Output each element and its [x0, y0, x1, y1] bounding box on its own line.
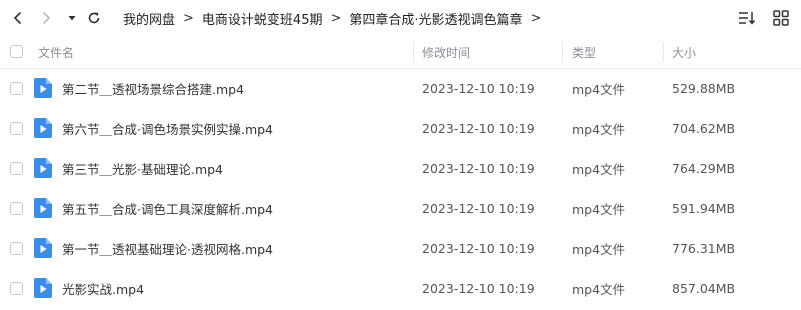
file-name: 第二节＿透视场景综合搭建.mp4 [62, 81, 245, 97]
row-checkbox[interactable] [10, 122, 23, 135]
toolbar: 我的网盘 > 电商设计蜕变班45期 > 第四章合成·光影透视调色篇章 > [0, 0, 801, 36]
file-name: 第六节＿合成·调色场景实例实操.mp4 [62, 121, 274, 137]
column-divider[interactable] [413, 42, 414, 62]
chevron-left-icon [13, 11, 22, 25]
file-type: mp4文件 [572, 161, 626, 177]
file-name: 第五节＿合成·调色工具深度解析.mp4 [62, 201, 274, 217]
file-modified: 2023-12-10 10:19 [422, 200, 535, 216]
select-all-checkbox[interactable] [10, 45, 23, 58]
file-modified: 2023-12-10 10:19 [422, 80, 535, 96]
breadcrumb-separator-icon: > [530, 10, 542, 26]
file-type: mp4文件 [572, 121, 626, 137]
column-divider[interactable] [562, 42, 563, 62]
video-file-icon [34, 158, 52, 178]
file-size: 857.04MB [672, 280, 736, 296]
sort-icon [739, 12, 756, 25]
file-size: 591.94MB [672, 200, 736, 216]
file-row[interactable]: 第五节＿合成·调色工具深度解析.mp4 2023-12-10 10:19 mp4… [0, 188, 801, 228]
column-divider[interactable] [663, 42, 664, 62]
video-file-icon [34, 198, 52, 218]
file-name: 光影实战.mp4 [62, 281, 145, 297]
file-row[interactable]: 第三节＿光影·基础理论.mp4 2023-12-10 10:19 mp4文件 7… [0, 148, 801, 188]
file-modified: 2023-12-10 10:19 [422, 280, 535, 296]
history-dropdown-button[interactable] [60, 6, 84, 30]
file-type: mp4文件 [572, 201, 626, 217]
refresh-icon [88, 12, 100, 24]
back-button[interactable] [6, 6, 30, 30]
file-size: 529.88MB [672, 80, 736, 96]
video-file-icon [34, 118, 52, 138]
breadcrumb-separator-icon: > [183, 10, 194, 26]
breadcrumb-item-chapter[interactable]: 第四章合成·光影透视调色篇章 [349, 9, 522, 28]
view-tools [735, 6, 793, 30]
row-checkbox[interactable] [10, 242, 23, 255]
grid-view-icon [773, 10, 789, 26]
video-file-icon [34, 238, 52, 258]
row-checkbox[interactable] [10, 82, 23, 95]
breadcrumb-separator-icon: > [330, 10, 342, 26]
row-checkbox[interactable] [10, 282, 23, 295]
chevron-right-icon [42, 11, 51, 25]
video-file-icon [34, 278, 52, 298]
file-row[interactable]: 第六节＿合成·调色场景实例实操.mp4 2023-12-10 10:19 mp4… [0, 108, 801, 148]
file-type: mp4文件 [572, 241, 626, 257]
file-modified: 2023-12-10 10:19 [422, 160, 535, 176]
breadcrumb: 我的网盘 > 电商设计蜕变班45期 > 第四章合成·光影透视调色篇章 > [123, 0, 549, 36]
file-row[interactable]: 第二节＿透视场景综合搭建.mp4 2023-12-10 10:19 mp4文件 … [0, 68, 801, 108]
file-type: mp4文件 [572, 81, 626, 97]
file-type: mp4文件 [572, 281, 626, 297]
file-row[interactable]: 第一节＿透视基础理论·透视网格.mp4 2023-12-10 10:19 mp4… [0, 228, 801, 268]
row-checkbox[interactable] [10, 202, 23, 215]
file-modified: 2023-12-10 10:19 [422, 120, 535, 136]
column-header-size[interactable]: 大小 [672, 36, 696, 68]
file-size: 764.29MB [672, 160, 736, 176]
breadcrumb-item-course[interactable]: 电商设计蜕变班45期 [202, 9, 323, 28]
file-size: 704.62MB [672, 120, 736, 136]
file-name: 第一节＿透视基础理论·透视网格.mp4 [62, 241, 274, 257]
column-header-modified[interactable]: 修改时间 [422, 36, 470, 68]
file-modified: 2023-12-10 10:19 [422, 240, 535, 256]
file-list-header: 文件名 修改时间 类型 大小 [0, 36, 801, 69]
breadcrumb-item-root[interactable]: 我的网盘 [123, 9, 175, 28]
row-checkbox[interactable] [10, 162, 23, 175]
column-header-type[interactable]: 类型 [572, 36, 596, 68]
file-row[interactable]: 光影实战.mp4 2023-12-10 10:19 mp4文件 857.04MB [0, 268, 801, 308]
file-name: 第三节＿光影·基础理论.mp4 [62, 161, 224, 177]
refresh-button[interactable] [82, 6, 106, 30]
video-file-icon [34, 78, 52, 98]
grid-view-button[interactable] [769, 6, 793, 30]
sort-button[interactable] [735, 6, 759, 30]
caret-down-icon [68, 16, 76, 21]
file-size: 776.31MB [672, 240, 736, 256]
forward-button[interactable] [34, 6, 58, 30]
column-header-name[interactable]: 文件名 [38, 36, 74, 68]
